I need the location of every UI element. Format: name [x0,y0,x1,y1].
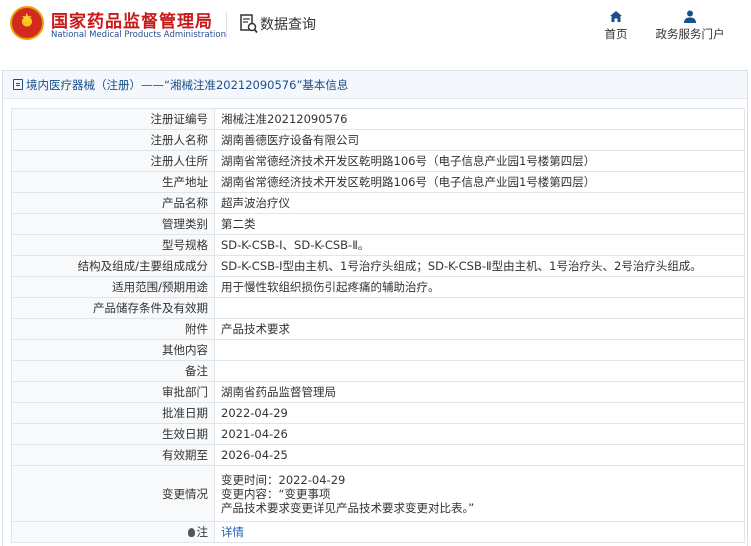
info-row: 其他内容 [11,339,745,361]
change-value: 变更时间：2022-04-29 变更内容：“变更事项 产品技术要求变更详见产品技… [214,465,745,522]
info-row: 注册人住所 湖南省常德经济技术开发区乾明路106号（电子信息产业园1号楼第四层） [11,150,745,172]
note-label: 注 [196,525,209,539]
info-row: 注册人名称 湖南善德医疗设备有限公司 [11,129,745,151]
field-label: 结构及组成/主要组成成分 [11,255,215,277]
info-row: 产品名称 超声波治疗仪 [11,192,745,214]
nav-home[interactable]: 首页 [598,10,634,42]
document-icon [13,79,23,90]
field-value: 湖南省常德经济技术开发区乾明路106号（电子信息产业园1号楼第四层） [214,150,745,172]
field-label: 注册人名称 [11,129,215,151]
field-label: 注册人住所 [11,150,215,172]
info-row: 管理类别 第二类 [11,213,745,235]
change-row: 变更情况 变更时间：2022-04-29 变更内容：“变更事项 产品技术要求变更… [11,465,745,522]
field-value [214,339,745,361]
user-icon [684,10,696,23]
site-header: 国家药品监督管理局 National Medical Products Admi… [0,0,751,60]
info-row: 生产地址 湖南省常德经济技术开发区乾明路106号（电子信息产业园1号楼第四层） [11,171,745,193]
field-value: 湖南省常德经济技术开发区乾明路106号（电子信息产业园1号楼第四层） [214,171,745,193]
document-search-icon [240,14,258,34]
field-value: 产品技术要求 [214,318,745,340]
site-title-english[interactable]: National Medical Products Administration [51,30,226,40]
field-value: 超声波治疗仪 [214,192,745,214]
field-value: 2021-04-26 [214,423,745,445]
field-label: 注 [11,521,215,543]
field-label: 审批部门 [11,381,215,403]
data-query-title: 数据查询 [260,17,316,33]
field-label: 有效期至 [11,444,215,466]
field-label: 生效日期 [11,423,215,445]
field-value: SD-K-CSB-Ⅰ型由主机、1号治疗头组成；SD-K-CSB-Ⅱ型由主机、1号… [214,255,745,277]
field-label: 产品名称 [11,192,215,214]
lightbulb-icon [187,528,195,537]
info-row: 审批部门 湖南省药品监督管理局 [11,381,745,403]
change-content: 变更内容：“变更事项 [221,486,331,501]
field-label: 变更情况 [11,465,215,522]
detail-panel: 境内医疗器械（注册）——“湘械注准20212090576”基本信息 注册证编号湘… [2,70,748,546]
info-row: 适用范围/预期用途 用于慢性软组织损伤引起疼痛的辅助治疗。 [11,276,745,298]
note-value: 详情 [214,521,745,543]
nav-gov-services-label[interactable]: 政务服务门户 [652,26,728,42]
field-value: 第二类 [214,213,745,235]
breadcrumb: 境内医疗器械（注册）——“湘械注准20212090576”基本信息 [3,71,747,99]
change-time: 变更时间：2022-04-29 [221,472,346,487]
registration-info-table: 注册证编号 湘械注准20212090576 注册人名称 湖南善德医疗设备有限公司 注册人… [11,108,745,543]
info-row: 批准日期 2022-04-29 [11,402,745,424]
info-row: 有效期至 2026-04-25 [11,444,745,466]
nav-home-label[interactable]: 首页 [598,26,634,42]
info-row: 结构及组成/主要组成成分 SD-K-CSB-Ⅰ型由主机、1号治疗头组成；SD-K-… [11,255,745,277]
field-value: 湖南省药品监督管理局 [214,381,745,403]
info-row: 型号规格 SD-K-CSB-Ⅰ、SD-K-CSB-Ⅱ。 [11,234,745,256]
field-value [214,297,745,319]
field-label: 附件 [11,318,215,340]
field-label: 其他内容 [11,339,215,361]
field-value: 2022-04-29 [214,402,745,424]
info-row: 附件 产品技术要求 [11,318,745,340]
field-label: 适用范围/预期用途 [11,276,215,298]
note-row: 注 详情 [11,521,745,543]
field-value: 用于慢性软组织损伤引起疼痛的辅助治疗。 [214,276,745,298]
field-label: 备注 [11,360,215,382]
field-label: 生产地址 [11,171,215,193]
info-row: 注册证编号 湘械注准20212090576 [11,108,745,130]
info-row: 产品储存条件及有效期 [11,297,745,319]
field-value [214,360,745,382]
home-icon [610,11,622,22]
field-label: 产品储存条件及有效期 [11,297,215,319]
site-title[interactable]: 国家药品监督管理局 [51,7,213,32]
nav-gov-services[interactable]: 政务服务门户 [652,10,728,42]
field-label: 型号规格 [11,234,215,256]
change-content-detail: 产品技术要求变更详见产品技术要求变更对比表。” [221,500,475,515]
info-row: 生效日期 2021-04-26 [11,423,745,445]
field-label: 管理类别 [11,213,215,235]
field-value: 湘械注准20212090576 [214,108,745,130]
breadcrumb-text: 境内医疗器械（注册）——“湘械注准20212090576”基本信息 [26,78,349,92]
details-link[interactable]: 详情 [221,525,244,539]
field-value: 湖南善德医疗设备有限公司 [214,129,745,151]
field-value: 2026-04-25 [214,444,745,466]
header-divider [226,12,227,38]
field-label: 注册证编号 [11,108,215,130]
info-row: 备注 [11,360,745,382]
field-label: 批准日期 [11,402,215,424]
field-value: SD-K-CSB-Ⅰ、SD-K-CSB-Ⅱ。 [214,234,745,256]
national-emblem-icon [10,6,44,40]
